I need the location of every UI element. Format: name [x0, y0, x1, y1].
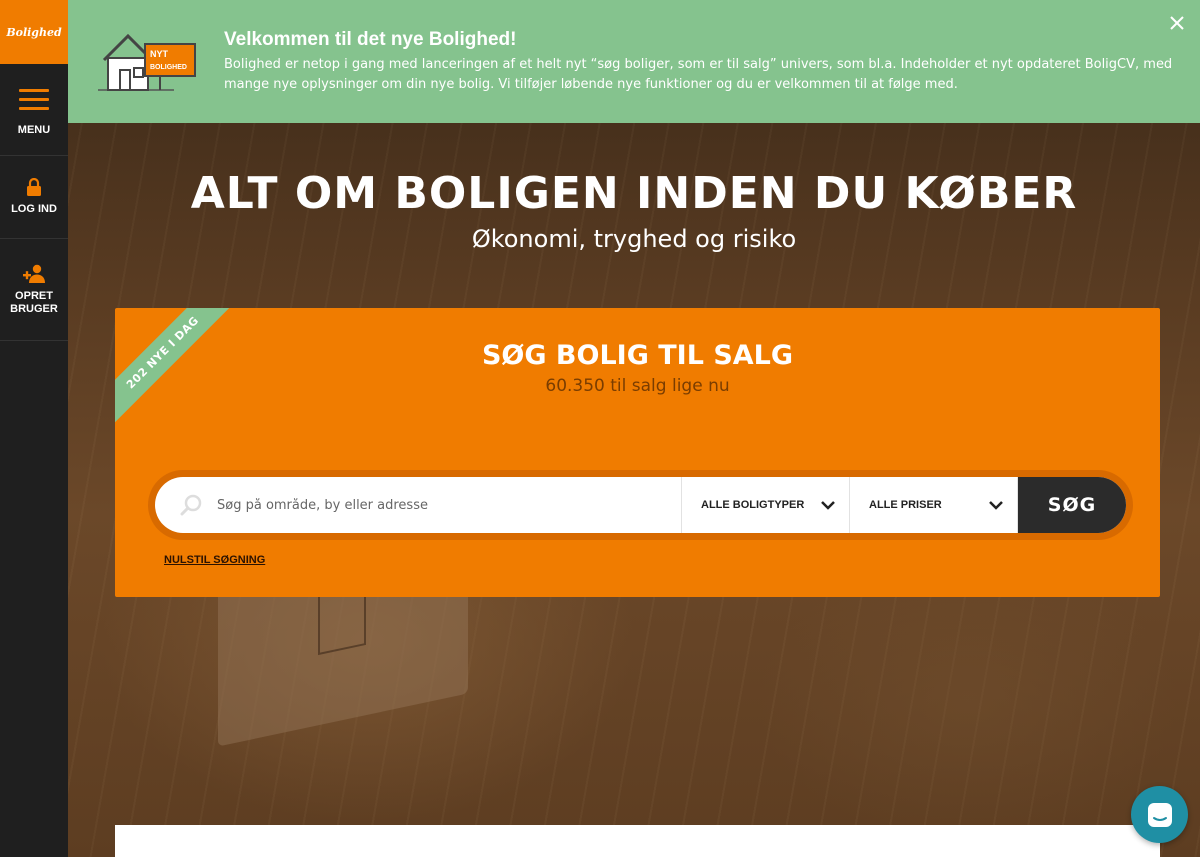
- new-today-ribbon: 202 NYE I DAG: [115, 308, 245, 435]
- new-house-icon: NYT BOLIGHED: [98, 28, 198, 94]
- search-icon: [180, 494, 202, 516]
- hamburger-icon: [19, 83, 49, 116]
- sign-line2: BOLIGHED: [150, 64, 187, 71]
- menu-label: MENU: [17, 123, 51, 136]
- chevron-down-icon: [989, 501, 1003, 510]
- reset-search-link[interactable]: NULSTIL SØGNING: [164, 554, 265, 566]
- chat-icon: [1147, 802, 1172, 827]
- property-type-value: ALLE BOLIGTYPER: [701, 499, 805, 511]
- price-dropdown[interactable]: ALLE PRISER: [850, 477, 1018, 533]
- create-label-line2: BRUGER: [10, 302, 58, 315]
- banner-title: Velkommen til det nye Bolighed!: [224, 29, 517, 50]
- chat-button[interactable]: [1131, 786, 1188, 843]
- close-icon[interactable]: [1168, 14, 1186, 32]
- create-label-line1: OPRET: [15, 289, 53, 302]
- banner-text: Bolighed er netop i gang med lanceringen…: [224, 57, 1173, 92]
- menu-button[interactable]: MENU: [0, 64, 68, 156]
- create-user-button[interactable]: OPRET BRUGER: [0, 239, 68, 341]
- search-bar: ALLE BOLIGTYPER ALLE PRISER SØG: [148, 470, 1133, 540]
- page-subheadline: Økonomi, tryghed og risiko: [471, 225, 797, 253]
- property-type-dropdown[interactable]: ALLE BOLIGTYPER: [682, 477, 850, 533]
- sidebar: Bolighed MENU LOG IND OPRET BRUGER: [0, 0, 68, 857]
- logo[interactable]: Bolighed: [0, 0, 68, 64]
- search-button[interactable]: SØG: [1018, 477, 1126, 533]
- add-user-icon: [23, 264, 45, 283]
- chevron-down-icon: [821, 501, 835, 510]
- lock-icon: [27, 178, 41, 196]
- listings-count: 60.350 til salg lige nu: [545, 376, 730, 396]
- page-headline: ALT OM BOLIGEN INDEN DU KØBER: [190, 168, 1078, 219]
- welcome-banner: NYT BOLIGHED Velkommen til det nye Bolig…: [68, 0, 1200, 123]
- search-card: 202 NYE I DAG SØG BOLIG TIL SALG 60.350 …: [115, 308, 1160, 597]
- content-panel: [115, 825, 1160, 857]
- search-card-title: SØG BOLIG TIL SALG: [481, 340, 794, 371]
- sign-line1: NYT: [150, 49, 169, 59]
- login-button[interactable]: LOG IND: [0, 156, 68, 239]
- search-input[interactable]: [217, 497, 647, 513]
- login-label: LOG IND: [11, 203, 57, 215]
- search-field[interactable]: [155, 477, 682, 533]
- price-value: ALLE PRISER: [869, 499, 942, 511]
- logo-text: Bolighed: [6, 25, 62, 39]
